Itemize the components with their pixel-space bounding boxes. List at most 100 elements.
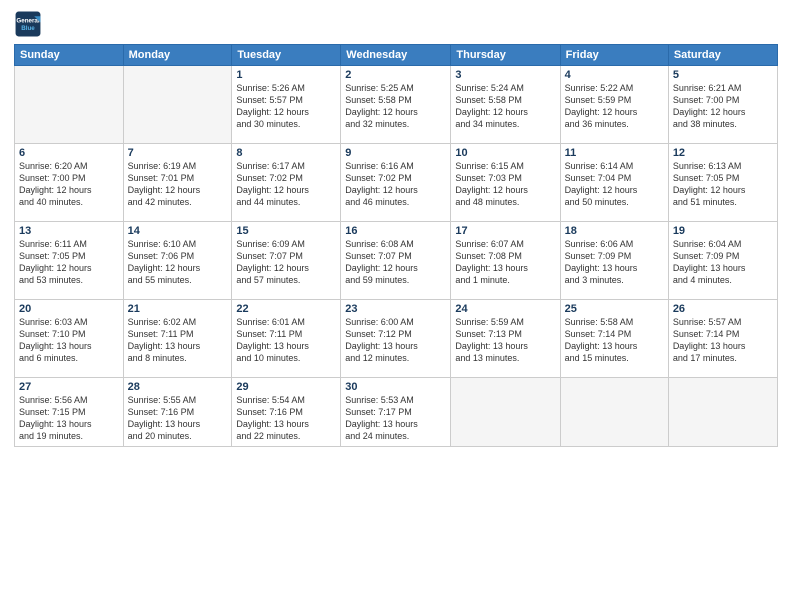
day-detail: Sunrise: 6:20 AM Sunset: 7:00 PM Dayligh… [19,160,119,209]
weekday-header-row: SundayMondayTuesdayWednesdayThursdayFrid… [15,45,778,66]
day-number: 7 [128,147,228,159]
day-detail: Sunrise: 6:07 AM Sunset: 7:08 PM Dayligh… [455,238,555,287]
day-number: 27 [19,381,119,393]
day-detail: Sunrise: 5:26 AM Sunset: 5:57 PM Dayligh… [236,82,336,131]
day-number: 10 [455,147,555,159]
calendar-cell: 17Sunrise: 6:07 AM Sunset: 7:08 PM Dayli… [451,222,560,300]
day-number: 8 [236,147,336,159]
calendar-cell [451,378,560,447]
day-detail: Sunrise: 6:10 AM Sunset: 7:06 PM Dayligh… [128,238,228,287]
weekday-header-wednesday: Wednesday [341,45,451,66]
day-detail: Sunrise: 6:00 AM Sunset: 7:12 PM Dayligh… [345,316,446,365]
day-number: 12 [673,147,773,159]
day-detail: Sunrise: 6:08 AM Sunset: 7:07 PM Dayligh… [345,238,446,287]
day-detail: Sunrise: 5:56 AM Sunset: 7:15 PM Dayligh… [19,394,119,443]
calendar-cell: 11Sunrise: 6:14 AM Sunset: 7:04 PM Dayli… [560,144,668,222]
day-detail: Sunrise: 5:57 AM Sunset: 7:14 PM Dayligh… [673,316,773,365]
day-detail: Sunrise: 6:02 AM Sunset: 7:11 PM Dayligh… [128,316,228,365]
day-number: 15 [236,225,336,237]
weekday-header-thursday: Thursday [451,45,560,66]
day-number: 14 [128,225,228,237]
calendar-cell: 5Sunrise: 6:21 AM Sunset: 7:00 PM Daylig… [668,66,777,144]
calendar-cell [668,378,777,447]
header: General Blue [14,10,778,38]
calendar-cell: 18Sunrise: 6:06 AM Sunset: 7:09 PM Dayli… [560,222,668,300]
day-detail: Sunrise: 6:01 AM Sunset: 7:11 PM Dayligh… [236,316,336,365]
day-detail: Sunrise: 6:14 AM Sunset: 7:04 PM Dayligh… [565,160,664,209]
day-number: 11 [565,147,664,159]
week-row-1: 1Sunrise: 5:26 AM Sunset: 5:57 PM Daylig… [15,66,778,144]
day-detail: Sunrise: 6:04 AM Sunset: 7:09 PM Dayligh… [673,238,773,287]
day-detail: Sunrise: 6:03 AM Sunset: 7:10 PM Dayligh… [19,316,119,365]
day-number: 29 [236,381,336,393]
weekday-header-friday: Friday [560,45,668,66]
logo: General Blue [14,10,46,38]
day-detail: Sunrise: 6:19 AM Sunset: 7:01 PM Dayligh… [128,160,228,209]
calendar-cell: 19Sunrise: 6:04 AM Sunset: 7:09 PM Dayli… [668,222,777,300]
day-detail: Sunrise: 5:53 AM Sunset: 7:17 PM Dayligh… [345,394,446,443]
weekday-header-saturday: Saturday [668,45,777,66]
day-number: 28 [128,381,228,393]
day-number: 1 [236,69,336,81]
calendar-cell: 20Sunrise: 6:03 AM Sunset: 7:10 PM Dayli… [15,300,124,378]
calendar-cell: 4Sunrise: 5:22 AM Sunset: 5:59 PM Daylig… [560,66,668,144]
svg-text:Blue: Blue [21,25,35,32]
calendar-page: General Blue SundayMondayTuesdayWednesda… [0,0,792,612]
day-number: 30 [345,381,446,393]
calendar-cell: 29Sunrise: 5:54 AM Sunset: 7:16 PM Dayli… [232,378,341,447]
weekday-header-sunday: Sunday [15,45,124,66]
logo-icon: General Blue [14,10,42,38]
day-number: 4 [565,69,664,81]
day-number: 16 [345,225,446,237]
day-detail: Sunrise: 5:59 AM Sunset: 7:13 PM Dayligh… [455,316,555,365]
calendar-cell: 1Sunrise: 5:26 AM Sunset: 5:57 PM Daylig… [232,66,341,144]
day-number: 19 [673,225,773,237]
day-detail: Sunrise: 6:11 AM Sunset: 7:05 PM Dayligh… [19,238,119,287]
day-number: 3 [455,69,555,81]
calendar-cell: 26Sunrise: 5:57 AM Sunset: 7:14 PM Dayli… [668,300,777,378]
day-detail: Sunrise: 5:55 AM Sunset: 7:16 PM Dayligh… [128,394,228,443]
week-row-4: 20Sunrise: 6:03 AM Sunset: 7:10 PM Dayli… [15,300,778,378]
calendar-cell: 28Sunrise: 5:55 AM Sunset: 7:16 PM Dayli… [123,378,232,447]
calendar-cell [123,66,232,144]
calendar-cell: 3Sunrise: 5:24 AM Sunset: 5:58 PM Daylig… [451,66,560,144]
day-detail: Sunrise: 6:17 AM Sunset: 7:02 PM Dayligh… [236,160,336,209]
day-number: 13 [19,225,119,237]
day-number: 22 [236,303,336,315]
calendar-cell: 13Sunrise: 6:11 AM Sunset: 7:05 PM Dayli… [15,222,124,300]
day-detail: Sunrise: 6:21 AM Sunset: 7:00 PM Dayligh… [673,82,773,131]
day-number: 5 [673,69,773,81]
calendar-cell: 9Sunrise: 6:16 AM Sunset: 7:02 PM Daylig… [341,144,451,222]
day-number: 24 [455,303,555,315]
calendar-cell: 7Sunrise: 6:19 AM Sunset: 7:01 PM Daylig… [123,144,232,222]
calendar-cell: 24Sunrise: 5:59 AM Sunset: 7:13 PM Dayli… [451,300,560,378]
calendar-cell: 10Sunrise: 6:15 AM Sunset: 7:03 PM Dayli… [451,144,560,222]
calendar-cell: 15Sunrise: 6:09 AM Sunset: 7:07 PM Dayli… [232,222,341,300]
day-detail: Sunrise: 5:25 AM Sunset: 5:58 PM Dayligh… [345,82,446,131]
calendar-cell: 12Sunrise: 6:13 AM Sunset: 7:05 PM Dayli… [668,144,777,222]
week-row-3: 13Sunrise: 6:11 AM Sunset: 7:05 PM Dayli… [15,222,778,300]
svg-text:General: General [16,17,39,24]
day-number: 26 [673,303,773,315]
day-detail: Sunrise: 6:06 AM Sunset: 7:09 PM Dayligh… [565,238,664,287]
day-detail: Sunrise: 5:24 AM Sunset: 5:58 PM Dayligh… [455,82,555,131]
weekday-header-tuesday: Tuesday [232,45,341,66]
day-number: 23 [345,303,446,315]
calendar-cell: 16Sunrise: 6:08 AM Sunset: 7:07 PM Dayli… [341,222,451,300]
calendar-cell: 6Sunrise: 6:20 AM Sunset: 7:00 PM Daylig… [15,144,124,222]
day-detail: Sunrise: 6:16 AM Sunset: 7:02 PM Dayligh… [345,160,446,209]
calendar-cell: 2Sunrise: 5:25 AM Sunset: 5:58 PM Daylig… [341,66,451,144]
calendar-table: SundayMondayTuesdayWednesdayThursdayFrid… [14,44,778,447]
day-detail: Sunrise: 5:54 AM Sunset: 7:16 PM Dayligh… [236,394,336,443]
calendar-cell: 14Sunrise: 6:10 AM Sunset: 7:06 PM Dayli… [123,222,232,300]
weekday-header-monday: Monday [123,45,232,66]
calendar-cell: 30Sunrise: 5:53 AM Sunset: 7:17 PM Dayli… [341,378,451,447]
calendar-cell: 21Sunrise: 6:02 AM Sunset: 7:11 PM Dayli… [123,300,232,378]
day-number: 25 [565,303,664,315]
day-number: 17 [455,225,555,237]
calendar-cell: 23Sunrise: 6:00 AM Sunset: 7:12 PM Dayli… [341,300,451,378]
day-detail: Sunrise: 6:13 AM Sunset: 7:05 PM Dayligh… [673,160,773,209]
calendar-cell: 25Sunrise: 5:58 AM Sunset: 7:14 PM Dayli… [560,300,668,378]
day-detail: Sunrise: 6:09 AM Sunset: 7:07 PM Dayligh… [236,238,336,287]
day-detail: Sunrise: 5:22 AM Sunset: 5:59 PM Dayligh… [565,82,664,131]
